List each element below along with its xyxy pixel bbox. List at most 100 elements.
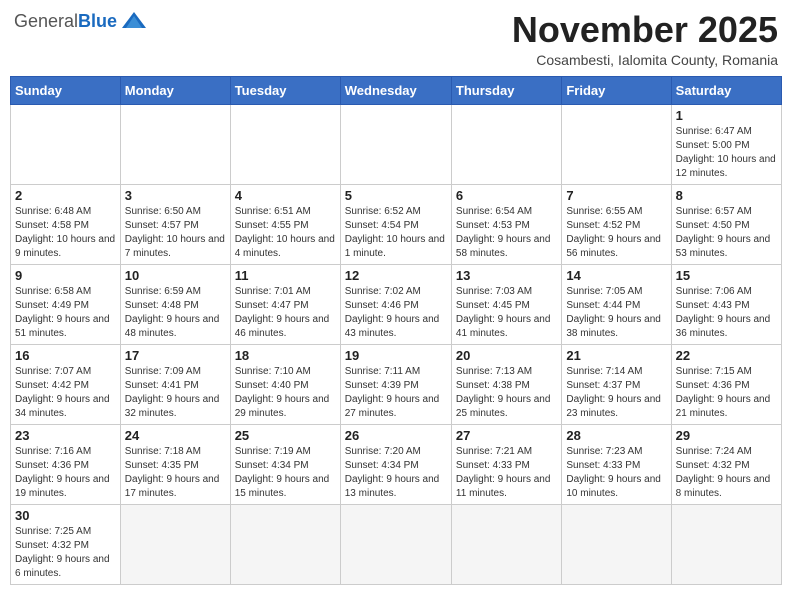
day-cell: 19Sunrise: 7:11 AM Sunset: 4:39 PM Dayli…	[340, 344, 451, 424]
day-info: Sunrise: 7:23 AM Sunset: 4:33 PM Dayligh…	[566, 446, 661, 499]
day-info: Sunrise: 6:57 AM Sunset: 4:50 PM Dayligh…	[676, 206, 771, 259]
day-info: Sunrise: 7:16 AM Sunset: 4:36 PM Dayligh…	[15, 446, 110, 499]
day-number: 10	[125, 268, 226, 283]
calendar: SundayMondayTuesdayWednesdayThursdayFrid…	[10, 76, 782, 585]
day-cell: 25 Sunrise: 7:19 AM Sunset: 4:34 PM Dayli…	[230, 424, 340, 504]
day-number: 27	[456, 428, 557, 443]
day-number: 14	[566, 268, 666, 283]
weekday-header-tuesday: Tuesday	[230, 76, 340, 104]
day-cell: 24Sunrise: 7:18 AM Sunset: 4:35 PM Dayli…	[120, 424, 230, 504]
weekday-header-row: SundayMondayTuesdayWednesdayThursdayFrid…	[11, 76, 782, 104]
day-cell: 14 Sunrise: 7:05 AM Sunset: 4:44 PM Dayli…	[562, 264, 671, 344]
day-info: Sunrise: 7:19 AM Sunset: 4:34 PM Dayligh…	[235, 446, 330, 499]
day-number: 19	[345, 348, 447, 363]
day-info: Sunrise: 7:18 AM Sunset: 4:35 PM Dayligh…	[125, 446, 220, 499]
day-number: 11	[235, 268, 336, 283]
day-number: 15	[676, 268, 777, 283]
week-row-1: 2 Sunrise: 6:48 AM Sunset: 4:58 PM Daylig…	[11, 184, 782, 264]
day-cell	[340, 504, 451, 584]
weekday-header-friday: Friday	[562, 76, 671, 104]
day-number: 26	[345, 428, 447, 443]
day-number: 21	[566, 348, 666, 363]
day-cell	[671, 504, 781, 584]
day-info: Sunrise: 7:09 AM Sunset: 4:41 PM Dayligh…	[125, 366, 220, 419]
day-cell	[451, 104, 561, 184]
day-number: 29	[676, 428, 777, 443]
day-info: Sunrise: 7:14 AM Sunset: 4:37 PM Dayligh…	[566, 366, 661, 419]
day-cell: 2 Sunrise: 6:48 AM Sunset: 4:58 PM Daylig…	[11, 184, 121, 264]
day-info: Sunrise: 7:21 AM Sunset: 4:33 PM Dayligh…	[456, 446, 551, 499]
day-info: Sunrise: 6:54 AM Sunset: 4:53 PM Dayligh…	[456, 206, 551, 259]
day-number: 22	[676, 348, 777, 363]
day-cell: 8 Sunrise: 6:57 AM Sunset: 4:50 PM Daylig…	[671, 184, 781, 264]
day-cell	[340, 104, 451, 184]
day-cell: 15Sunrise: 7:06 AM Sunset: 4:43 PM Dayli…	[671, 264, 781, 344]
logo-icon	[120, 10, 148, 32]
day-info: Sunrise: 7:10 AM Sunset: 4:40 PM Dayligh…	[235, 366, 330, 419]
day-info: Sunrise: 6:51 AM Sunset: 4:55 PM Dayligh…	[235, 206, 335, 259]
day-cell: 13 Sunrise: 7:03 AM Sunset: 4:45 PM Dayli…	[451, 264, 561, 344]
day-cell: 28Sunrise: 7:23 AM Sunset: 4:33 PM Dayli…	[562, 424, 671, 504]
logo-blue-text: Blue	[78, 11, 117, 32]
week-row-3: 16Sunrise: 7:07 AM Sunset: 4:42 PM Dayli…	[11, 344, 782, 424]
week-row-0: 1 Sunrise: 6:47 AM Sunset: 5:00 PM Daylig…	[11, 104, 782, 184]
day-number: 13	[456, 268, 557, 283]
weekday-header-wednesday: Wednesday	[340, 76, 451, 104]
day-number: 5	[345, 188, 447, 203]
day-info: Sunrise: 7:03 AM Sunset: 4:45 PM Dayligh…	[456, 286, 551, 339]
day-cell: 27 Sunrise: 7:21 AM Sunset: 4:33 PM Dayli…	[451, 424, 561, 504]
weekday-header-sunday: Sunday	[11, 76, 121, 104]
day-cell	[11, 104, 121, 184]
day-cell: 11Sunrise: 7:01 AM Sunset: 4:47 PM Dayli…	[230, 264, 340, 344]
day-cell	[120, 504, 230, 584]
day-cell: 1 Sunrise: 6:47 AM Sunset: 5:00 PM Daylig…	[671, 104, 781, 184]
day-info: Sunrise: 6:52 AM Sunset: 4:54 PM Dayligh…	[345, 206, 445, 259]
week-row-2: 9Sunrise: 6:58 AM Sunset: 4:49 PM Daylig…	[11, 264, 782, 344]
title-area: November 2025 Cosambesti, Ialomita Count…	[512, 10, 778, 68]
day-info: Sunrise: 7:05 AM Sunset: 4:44 PM Dayligh…	[566, 286, 661, 339]
day-cell: 7Sunrise: 6:55 AM Sunset: 4:52 PM Daylig…	[562, 184, 671, 264]
day-number: 8	[676, 188, 777, 203]
day-cell: 20 Sunrise: 7:13 AM Sunset: 4:38 PM Dayli…	[451, 344, 561, 424]
day-cell: 10Sunrise: 6:59 AM Sunset: 4:48 PM Dayli…	[120, 264, 230, 344]
day-cell: 3 Sunrise: 6:50 AM Sunset: 4:57 PM Daylig…	[120, 184, 230, 264]
day-number: 6	[456, 188, 557, 203]
day-cell: 17Sunrise: 7:09 AM Sunset: 4:41 PM Dayli…	[120, 344, 230, 424]
day-number: 2	[15, 188, 116, 203]
day-info: Sunrise: 7:25 AM Sunset: 4:32 PM Dayligh…	[15, 526, 110, 579]
month-title: November 2025	[512, 10, 778, 50]
day-number: 7	[566, 188, 666, 203]
day-number: 9	[15, 268, 116, 283]
day-number: 18	[235, 348, 336, 363]
header: General Blue November 2025 Cosambesti, I…	[10, 10, 782, 68]
weekday-header-thursday: Thursday	[451, 76, 561, 104]
day-number: 25	[235, 428, 336, 443]
week-row-4: 23Sunrise: 7:16 AM Sunset: 4:36 PM Dayli…	[11, 424, 782, 504]
day-cell: 9Sunrise: 6:58 AM Sunset: 4:49 PM Daylig…	[11, 264, 121, 344]
day-cell: 22 Sunrise: 7:15 AM Sunset: 4:36 PM Dayli…	[671, 344, 781, 424]
day-number: 3	[125, 188, 226, 203]
day-info: Sunrise: 7:24 AM Sunset: 4:32 PM Dayligh…	[676, 446, 771, 499]
weekday-header-saturday: Saturday	[671, 76, 781, 104]
day-cell	[230, 104, 340, 184]
day-info: Sunrise: 6:47 AM Sunset: 5:00 PM Dayligh…	[676, 126, 776, 179]
weekday-header-monday: Monday	[120, 76, 230, 104]
day-info: Sunrise: 7:15 AM Sunset: 4:36 PM Dayligh…	[676, 366, 771, 419]
day-info: Sunrise: 7:13 AM Sunset: 4:38 PM Dayligh…	[456, 366, 551, 419]
day-cell: 23Sunrise: 7:16 AM Sunset: 4:36 PM Dayli…	[11, 424, 121, 504]
day-cell: 16Sunrise: 7:07 AM Sunset: 4:42 PM Dayli…	[11, 344, 121, 424]
week-row-5: 30Sunrise: 7:25 AM Sunset: 4:32 PM Dayli…	[11, 504, 782, 584]
day-cell: 29 Sunrise: 7:24 AM Sunset: 4:32 PM Dayli…	[671, 424, 781, 504]
day-cell	[562, 504, 671, 584]
day-info: Sunrise: 7:07 AM Sunset: 4:42 PM Dayligh…	[15, 366, 110, 419]
day-cell: 5 Sunrise: 6:52 AM Sunset: 4:54 PM Daylig…	[340, 184, 451, 264]
day-info: Sunrise: 6:48 AM Sunset: 4:58 PM Dayligh…	[15, 206, 115, 259]
logo: General Blue	[14, 10, 148, 32]
day-number: 20	[456, 348, 557, 363]
day-cell: 6 Sunrise: 6:54 AM Sunset: 4:53 PM Daylig…	[451, 184, 561, 264]
day-cell: 30Sunrise: 7:25 AM Sunset: 4:32 PM Dayli…	[11, 504, 121, 584]
day-cell: 4Sunrise: 6:51 AM Sunset: 4:55 PM Daylig…	[230, 184, 340, 264]
day-info: Sunrise: 6:50 AM Sunset: 4:57 PM Dayligh…	[125, 206, 225, 259]
day-cell	[451, 504, 561, 584]
day-number: 1	[676, 108, 777, 123]
